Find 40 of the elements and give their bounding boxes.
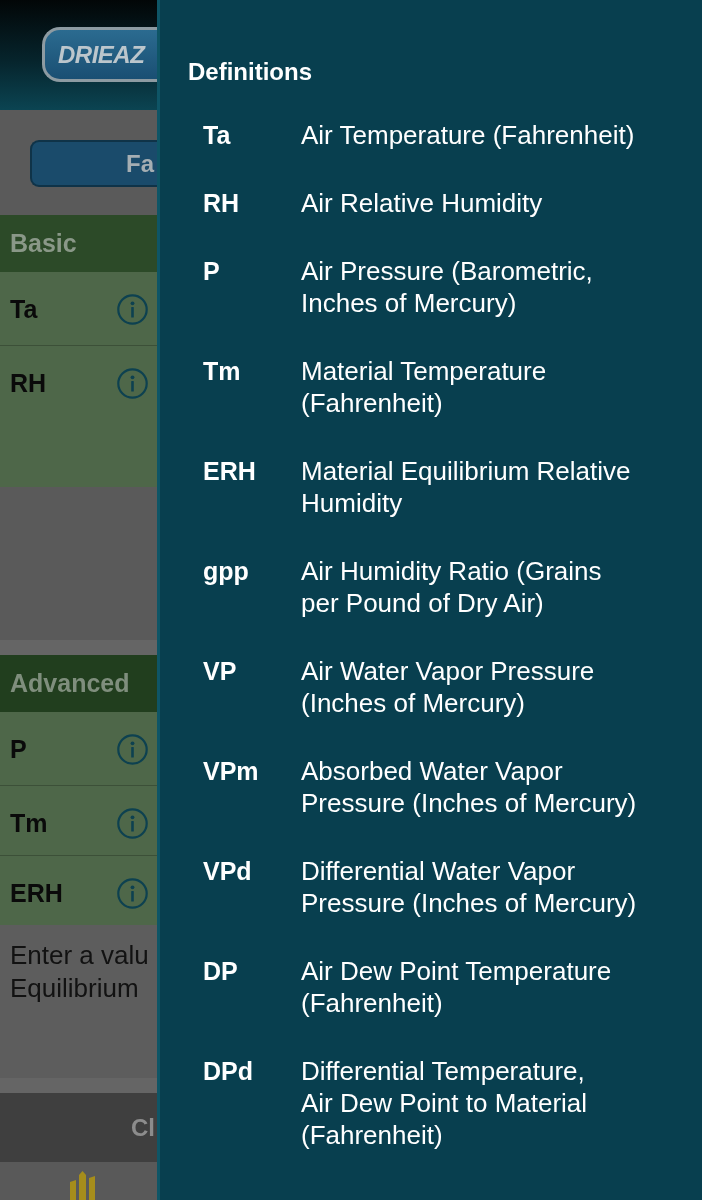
term-abbreviation: P	[203, 256, 220, 287]
term-abbreviation: RH	[203, 188, 240, 219]
unit-button[interactable]: Fa	[30, 140, 157, 187]
info-icon[interactable]	[117, 878, 148, 909]
bars-icon[interactable]	[68, 1171, 97, 1200]
term-abbreviation: Tm	[203, 356, 241, 387]
term-definition: Air Relative Humidity	[301, 187, 543, 219]
parameter-label: Ta	[10, 294, 38, 324]
parameter-label: RH	[10, 368, 47, 398]
parameter-label: P	[10, 734, 27, 764]
drawer-title: Definitions	[188, 57, 312, 87]
term-definition: Air Temperature (Fahrenheit)	[301, 119, 635, 151]
term-definition: Absorbed Water Vapor Pressure (Inches of Mercury)	[301, 755, 637, 819]
term-definition: Material Temperature (Fahrenheit)	[301, 355, 547, 419]
term-definition: Air Water Vapor Pressure (Inches of Mercury)	[301, 655, 595, 719]
term-definition: Air Humidity Ratio (Grains per Pound of Dry Air)	[301, 555, 602, 619]
term-abbreviation: VP	[203, 656, 237, 687]
term-definition: Air Dew Point Temperature (Fahrenheit)	[301, 955, 612, 1019]
term-abbreviation: DPd	[203, 1056, 253, 1087]
term-abbreviation: gpp	[203, 556, 249, 587]
term-abbreviation: VPm	[203, 756, 259, 787]
parameter-label: ERH	[10, 878, 63, 908]
info-icon[interactable]	[117, 368, 148, 399]
term-abbreviation: ERH	[203, 456, 256, 487]
action-button[interactable]: Cl	[0, 1093, 157, 1162]
term-definition: Differential Water Vapor Pressure (Inches of Mercury)	[301, 855, 637, 919]
info-icon[interactable]	[117, 808, 148, 839]
info-icon[interactable]	[117, 734, 148, 765]
brand-logo: DRIEAZ	[42, 27, 157, 82]
term-definition: Material Equilibrium Relative Humidity	[301, 455, 631, 519]
parameter-label: Tm	[10, 808, 48, 838]
section-header: Basic	[0, 215, 157, 272]
section-header: Advanced	[0, 655, 157, 712]
term-definition: Differential Temperature, Air Dew Point to Material (Fahrenheit)	[301, 1055, 588, 1151]
instruction-text: Enter a valu Equilibrium	[10, 939, 149, 1005]
term-abbreviation: VPd	[203, 856, 252, 887]
term-abbreviation: DP	[203, 956, 238, 987]
term-abbreviation: Ta	[203, 120, 231, 151]
term-definition: Air Pressure (Barometric, Inches of Mercury)	[301, 255, 593, 319]
info-icon[interactable]	[117, 294, 148, 325]
